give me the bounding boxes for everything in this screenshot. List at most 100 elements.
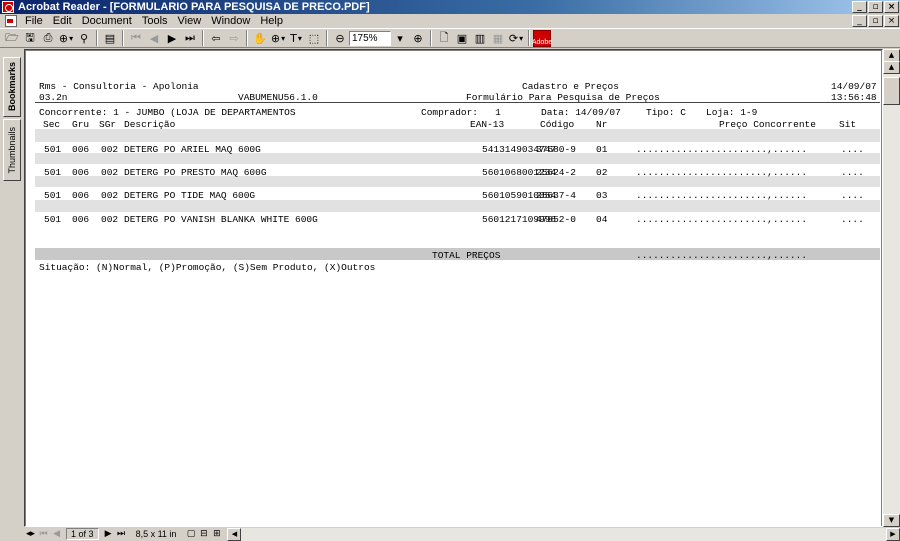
continuous-icon[interactable]: ⊟: [197, 528, 210, 540]
close-button[interactable]: ×: [884, 1, 899, 13]
row-sec: 501: [44, 214, 62, 225]
row-nr: 03: [596, 190, 608, 201]
page-number-field[interactable]: 1 of 3: [66, 528, 99, 540]
row-sit: ....: [841, 214, 864, 225]
go-back-icon[interactable]: ⇦: [207, 30, 225, 46]
save-icon[interactable]: 🖫: [21, 30, 39, 46]
status-bar-toggle-icon[interactable]: ◂▸: [24, 528, 37, 540]
status-previous-page-icon[interactable]: ◀: [50, 528, 63, 540]
row-sgr: 002: [101, 214, 119, 225]
menu-tools[interactable]: Tools: [137, 14, 173, 28]
situation-legend: Situação: (N)Normal, (P)Promoção, (S)Sem…: [39, 262, 376, 273]
reflow-icon[interactable]: ▦: [489, 30, 507, 46]
toolbar-separator: [202, 30, 204, 46]
doc-minimize-button[interactable]: _: [852, 15, 867, 27]
open-icon[interactable]: 🗁: [3, 30, 21, 46]
toolbar-separator: [528, 30, 530, 46]
form-date-info: Data: 14/09/07: [541, 107, 621, 118]
acrobat-reader-window: Acrobat Reader - [FORMULARIO PARA PESQUI…: [0, 0, 900, 541]
minimize-button[interactable]: _: [852, 1, 867, 13]
actual-size-icon[interactable]: 🗋: [435, 30, 453, 46]
zoom-out-icon[interactable]: ⊖: [331, 30, 349, 46]
zoom-level-field[interactable]: 175%: [349, 30, 391, 46]
row-code: 25624-2: [536, 167, 576, 178]
continuous-facing-icon[interactable]: ⊞: [210, 528, 223, 540]
menu-document[interactable]: Document: [77, 14, 137, 28]
go-forward-icon[interactable]: ⇨: [225, 30, 243, 46]
status-first-page-icon[interactable]: ⏮: [37, 528, 50, 540]
vertical-scroll-thumb[interactable]: [883, 77, 900, 105]
fit-width-icon[interactable]: ▥: [471, 30, 489, 46]
maximize-button[interactable]: ▫: [868, 1, 883, 13]
doc-close-button[interactable]: ×: [884, 15, 899, 27]
horizontal-scrollbar[interactable]: ◀ ▶: [227, 527, 900, 541]
first-page-icon[interactable]: ⏮: [127, 30, 145, 46]
snapshot-tool-icon[interactable]: ⬚: [305, 30, 323, 46]
text-select-tool-icon[interactable]: T: [287, 30, 305, 46]
search-web-icon[interactable]: ⊕: [57, 30, 75, 46]
navigation-tabs: Bookmarks Thumbnails: [0, 49, 22, 527]
print-icon[interactable]: ⎙: [39, 30, 57, 46]
row-description: DETERG PO PRESTO MAQ 600G: [124, 167, 267, 178]
scroll-up-secondary-icon[interactable]: ▲: [883, 61, 900, 74]
last-page-icon[interactable]: ⏭: [181, 30, 199, 46]
vertical-scrollbar[interactable]: ▲ ▲ ▼: [883, 49, 900, 527]
row-gru: 006: [72, 190, 90, 201]
thumbnails-tab-label: Thumbnails: [7, 126, 17, 174]
next-page-icon[interactable]: ▶: [163, 30, 181, 46]
store-info: Loja: 1-9: [706, 107, 758, 118]
report-date: 14/09/07: [831, 81, 877, 92]
total-price: .......................,......: [636, 250, 808, 261]
row-description: DETERG PO VANISH BLANKA WHITE 600G: [124, 214, 318, 225]
menu-edit[interactable]: Edit: [48, 14, 77, 28]
rotate-icon[interactable]: ⟳: [507, 30, 525, 46]
total-label: TOTAL PREÇOS: [432, 250, 501, 261]
status-last-page-icon[interactable]: ⏭: [115, 528, 128, 540]
scroll-left-icon[interactable]: ◀: [227, 527, 242, 541]
row-sec: 501: [44, 190, 62, 201]
doc-restore-button[interactable]: ▫: [868, 15, 883, 27]
bookmarks-tab-label: Bookmarks: [7, 62, 17, 112]
single-page-icon[interactable]: ▢: [184, 528, 197, 540]
menu-view[interactable]: View: [173, 14, 207, 28]
row-code: 47052-0: [536, 214, 576, 225]
report-section: Cadastro e Preços: [522, 81, 619, 92]
window-title: Acrobat Reader - [FORMULARIO PARA PESQUI…: [18, 1, 370, 13]
row-price: .......................,......: [636, 214, 808, 225]
zoom-dropdown-icon[interactable]: ▾: [391, 30, 409, 46]
document-viewport[interactable]: Rms - Consultoria - Apolonia 03.2n VABUM…: [24, 49, 883, 527]
row-nr: 02: [596, 167, 608, 178]
row-sgr: 002: [101, 190, 119, 201]
acrobat-app-icon[interactable]: [2, 1, 14, 13]
type-info: Tipo: C: [646, 107, 686, 118]
header-rule: [35, 102, 880, 103]
zoom-in-icon[interactable]: ⊕: [409, 30, 427, 46]
table-band: [35, 200, 880, 212]
menu-help[interactable]: Help: [255, 14, 288, 28]
menu-window[interactable]: Window: [206, 14, 255, 28]
scroll-down-icon[interactable]: ▼: [883, 514, 900, 527]
show-navigation-pane-icon[interactable]: ▤: [101, 30, 119, 46]
find-icon[interactable]: ⚲: [75, 30, 93, 46]
fit-page-icon[interactable]: ▣: [453, 30, 471, 46]
bookmarks-tab[interactable]: Bookmarks: [3, 57, 21, 117]
row-code: 37680-9: [536, 144, 576, 155]
toolbar-separator: [430, 30, 432, 46]
thumbnails-tab[interactable]: Thumbnails: [3, 119, 21, 181]
menu-file[interactable]: File: [20, 14, 48, 28]
row-gru: 006: [72, 144, 90, 155]
document-icon[interactable]: [5, 15, 17, 27]
row-price: .......................,......: [636, 190, 808, 201]
toolbar-separator: [246, 30, 248, 46]
row-sit: ....: [841, 190, 864, 201]
pdf-page: Rms - Consultoria - Apolonia 03.2n VABUM…: [26, 51, 881, 526]
buyer-info: Comprador: 1: [421, 107, 501, 118]
scroll-right-icon[interactable]: ▶: [886, 527, 900, 541]
status-next-page-icon[interactable]: ▶: [102, 528, 115, 540]
hand-tool-icon[interactable]: ✋: [251, 30, 269, 46]
adobe-logo[interactable]: Adobe: [532, 29, 552, 47]
previous-page-icon[interactable]: ◀: [145, 30, 163, 46]
zoom-in-tool-icon[interactable]: ⊕: [269, 30, 287, 46]
toolbar-separator: [122, 30, 124, 46]
status-bar: ◂▸ ⏮ ◀ 1 of 3 ▶ ⏭ 8,5 x 11 in ▢ ⊟ ⊞ ◀ ▶: [0, 527, 900, 541]
